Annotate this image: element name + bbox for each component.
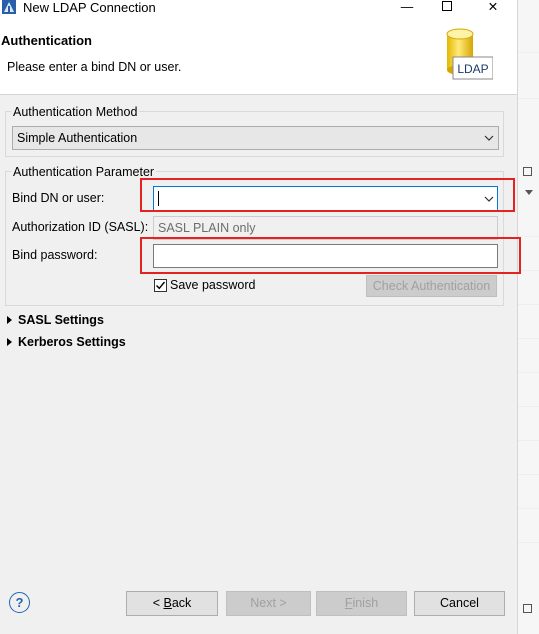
- authentication-method-select[interactable]: Simple Authentication: [12, 126, 499, 150]
- kerberos-settings-expander[interactable]: Kerberos Settings: [7, 334, 126, 350]
- back-button[interactable]: < Back: [126, 591, 218, 616]
- page-description: Please enter a bind DN or user.: [7, 60, 182, 74]
- kerberos-settings-label: Kerberos Settings: [18, 335, 126, 349]
- highlight-box-bind-dn: [140, 178, 515, 212]
- bind-password-label: Bind password:: [12, 248, 98, 262]
- finish-button[interactable]: Finish: [316, 591, 407, 616]
- authentication-parameter-legend: Authentication Parameter: [11, 164, 157, 180]
- maximize-icon: [442, 1, 452, 11]
- bind-dn-label: Bind DN or user:: [12, 191, 105, 205]
- highlight-box-bind-password: [140, 237, 521, 274]
- next-button[interactable]: Next >: [226, 591, 311, 616]
- view-menu-icon: [523, 604, 532, 613]
- background-window: [517, 0, 539, 634]
- new-ldap-connection-dialog: New LDAP Connection — ✕ Authentication P…: [0, 0, 521, 634]
- sasl-settings-expander[interactable]: SASL Settings: [7, 312, 104, 328]
- check-authentication-button[interactable]: Check Authentication: [366, 275, 497, 297]
- maximize-button[interactable]: [434, 0, 460, 16]
- authorization-id-placeholder: SASL PLAIN only: [158, 221, 256, 235]
- expand-triangle-icon: [7, 316, 12, 324]
- help-icon[interactable]: ?: [9, 592, 30, 613]
- cancel-button[interactable]: Cancel: [414, 591, 505, 616]
- view-menu-icon: [523, 167, 532, 176]
- save-password-label[interactable]: Save password: [170, 277, 255, 293]
- back-prefix: <: [152, 596, 164, 610]
- finish-label-rest: inish: [352, 596, 379, 610]
- authorization-id-label: Authorization ID (SASL):: [12, 220, 149, 234]
- ldap-database-icon: LDAP: [446, 28, 493, 80]
- chevron-down-icon: [525, 190, 533, 195]
- window-title: New LDAP Connection: [23, 0, 156, 15]
- chevron-down-icon: [484, 135, 494, 141]
- wizard-header: [0, 17, 517, 95]
- sasl-settings-label: SASL Settings: [18, 313, 104, 327]
- checkmark-icon: [156, 281, 166, 290]
- authentication-method-value: Simple Authentication: [17, 131, 138, 145]
- back-mnemonic: B: [163, 596, 172, 610]
- back-label-rest: ack: [171, 596, 192, 610]
- save-password-checkbox[interactable]: [154, 279, 167, 292]
- expand-triangle-icon: [7, 338, 12, 346]
- page-title: Authentication: [1, 33, 92, 48]
- authentication-method-legend: Authentication Method: [11, 104, 140, 120]
- close-button[interactable]: ✕: [480, 0, 506, 16]
- app-icon: [2, 0, 16, 14]
- ldap-graphic-label: LDAP: [457, 62, 488, 76]
- title-bar: New LDAP Connection — ✕: [0, 0, 517, 17]
- minimize-button[interactable]: —: [394, 0, 420, 16]
